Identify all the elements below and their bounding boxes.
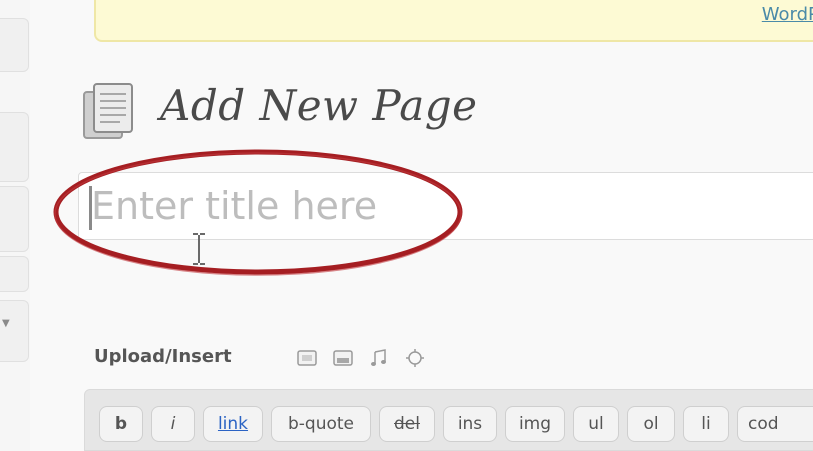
quicktag-ol-button[interactable]: ol <box>627 406 675 442</box>
video-icon <box>333 350 353 366</box>
image-icon <box>297 350 317 366</box>
page-stack-icon <box>83 83 133 139</box>
add-media-button[interactable] <box>404 347 426 369</box>
quicktag-img-button[interactable]: img <box>505 406 565 442</box>
admin-sidebar: ▼ <box>0 0 30 451</box>
sidebar-item[interactable] <box>0 256 29 292</box>
star-icon <box>406 349 424 367</box>
notice-link[interactable]: WordPr <box>762 4 813 25</box>
title-input[interactable] <box>91 179 791 233</box>
sidebar-item[interactable] <box>0 18 29 72</box>
add-audio-button[interactable] <box>368 347 390 369</box>
quicktags-toolbar: b i link b-quote del ins img ul ol li co… <box>84 389 813 451</box>
text-caret <box>89 186 92 230</box>
add-image-button[interactable] <box>296 347 318 369</box>
quicktag-li-button[interactable]: li <box>683 406 729 442</box>
quicktag-bquote-button[interactable]: b-quote <box>271 406 371 442</box>
quicktag-link-button[interactable]: link <box>203 406 263 442</box>
upload-insert-label: Upload/Insert <box>94 346 232 367</box>
quicktag-italic-button[interactable]: i <box>151 406 195 442</box>
chevron-down-icon[interactable]: ▼ <box>2 318 10 329</box>
update-notice: WordPr <box>94 0 813 42</box>
quicktag-ins-button[interactable]: ins <box>443 406 497 442</box>
quicktag-ul-button[interactable]: ul <box>573 406 619 442</box>
add-video-button[interactable] <box>332 347 354 369</box>
quicktag-code-button[interactable]: cod <box>737 406 813 442</box>
page-title: Add New Page <box>160 81 478 130</box>
quicktag-bold-button[interactable]: b <box>99 406 143 442</box>
quicktag-del-button[interactable]: del <box>379 406 435 442</box>
music-note-icon <box>371 349 386 366</box>
page-editor-screen: ▼ WordPr Add New Page Upload/Insert <box>0 0 813 451</box>
title-field-wrapper <box>78 172 813 240</box>
sidebar-item[interactable] <box>0 112 29 182</box>
sidebar-item[interactable] <box>0 186 29 252</box>
ibeam-cursor-icon <box>193 233 205 265</box>
sidebar-item-collapse[interactable] <box>0 300 29 362</box>
